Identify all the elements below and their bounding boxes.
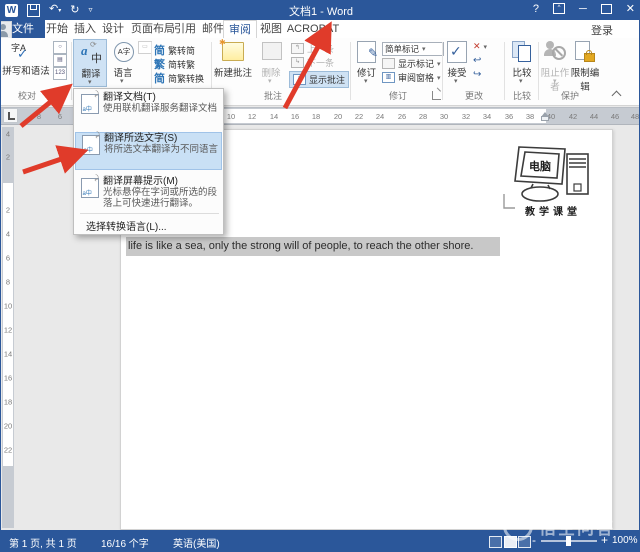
block-authors-icon <box>544 41 566 61</box>
read-mode-icon[interactable] <box>489 536 502 548</box>
block-authors-button[interactable]: 阻止作者 ▾ <box>540 39 570 93</box>
page-indicator[interactable]: 第 1 页, 共 1 页 <box>9 535 77 550</box>
logo-screen-text: 电脑 <box>529 159 551 173</box>
classroom-logo: 电脑 教学课堂 <box>501 142 605 225</box>
window-controls: ? ^ ─ ✕ <box>533 2 635 16</box>
menu-item-translate-screentip[interactable]: 翻译屏幕提示(M) 光标悬停在字词或所选的段落上可快速进行翻译。 <box>76 175 221 209</box>
menu-item-translate-selection[interactable]: 翻译所选文字(S) 将所选文本翻译为不同语言 <box>75 132 222 170</box>
proofing-group-label: 校对 <box>18 91 37 101</box>
tab-review[interactable]: 审阅 <box>223 20 257 38</box>
word-count[interactable]: 16/16 个字 <box>101 535 149 550</box>
new-comment-button[interactable]: ✱ 新建批注 <box>214 38 252 87</box>
simp-trad-convert-button[interactable]: 简 简繁转换 <box>154 70 204 86</box>
next-comment-button[interactable]: ↳ 下一条 <box>291 56 334 69</box>
research-icon[interactable]: ○ <box>53 41 67 54</box>
translate-selection-icon <box>81 132 100 155</box>
help-icon[interactable]: ? <box>533 3 539 15</box>
show-markup-dropdown[interactable]: 显示标记 ▾ <box>382 57 441 70</box>
compare-button[interactable]: 比较 ▾ <box>508 39 536 87</box>
arrow-to-translate-selection <box>22 145 89 175</box>
changes-group-label: 更改 <box>465 91 484 101</box>
vertical-ruler[interactable]: 4 2 2 4 6 8 10 12 14 16 18 20 22 <box>2 127 14 528</box>
menu-item-choose-language[interactable]: 选择转换语言(L)... <box>86 218 167 233</box>
logo-caption-text: 教学课堂 <box>524 205 581 218</box>
ribbon-tab-row: 文件 开始 插入 设计 页面布局 引用 邮件 审阅 视图 ACROBAT 登录 <box>1 20 639 39</box>
tab-view[interactable]: 视图 <box>255 20 287 38</box>
translate-button[interactable]: a ⟳ 中 翻译 ▾ <box>73 39 107 87</box>
previous-comment-button[interactable]: ↰ 上一条 <box>291 42 334 55</box>
reject-icon: ✕ <box>473 41 481 51</box>
disabled-language-icon: ▭ <box>138 41 152 54</box>
spelling-grammar-button[interactable]: 拼写和语法 <box>2 63 50 77</box>
accept-button[interactable]: 接受 ▾ <box>444 39 470 87</box>
convert-char-icon: 简 <box>154 73 165 85</box>
tab-selector[interactable] <box>3 108 18 123</box>
next-change-icon[interactable]: ↪ <box>473 69 481 80</box>
reject-button[interactable]: ✕ ▾ <box>473 41 487 52</box>
translate-screentip-icon <box>80 175 99 198</box>
compare-icon <box>512 41 534 62</box>
watermark: 悟空问答 <box>503 511 615 541</box>
show-comments-button[interactable]: ≡ 显示批注 <box>289 71 350 88</box>
watermark-text: 悟空问答 <box>539 518 615 538</box>
tab-acrobat[interactable]: ACROBAT <box>285 20 341 38</box>
restrict-editing-icon <box>575 41 595 62</box>
maximize-icon[interactable] <box>600 3 612 14</box>
new-comment-icon: ✱ <box>219 38 244 61</box>
comments-group-label: 批注 <box>264 91 283 101</box>
delete-comment-button[interactable]: 删除 ▾ <box>254 39 288 87</box>
protect-group-label: 保护 <box>561 91 580 101</box>
reviewing-pane-dropdown[interactable]: ▥ 审阅窗格 ▾ <box>382 71 441 84</box>
close-icon[interactable]: ✕ <box>626 2 635 15</box>
compare-group-label: 比较 <box>513 91 532 101</box>
collapse-ribbon-icon[interactable] <box>611 90 622 101</box>
zoom-level[interactable]: 100% <box>612 535 638 546</box>
right-indent-marker[interactable] <box>541 112 549 121</box>
minimize-icon[interactable]: ─ <box>579 3 587 15</box>
reviewing-pane-icon: ▥ <box>382 72 395 83</box>
accept-icon <box>447 41 467 63</box>
track-changes-icon <box>357 41 378 63</box>
tracking-dialog-launcher[interactable] <box>432 91 441 100</box>
word-window: W ↶▾ ↻ ▿ 文档1 - Word ? ^ ─ ✕ 文件 开始 插入 设计 … <box>0 0 640 552</box>
translate-dropdown-caret: ▾ <box>88 79 92 86</box>
translate-document-icon <box>80 91 99 114</box>
word-count-icon[interactable]: 123 <box>53 67 67 80</box>
previous-comment-icon: ↰ <box>291 43 304 54</box>
restrict-editing-button[interactable]: 限制编辑 <box>570 39 600 93</box>
thesaurus-icon[interactable]: ▤ <box>53 54 67 67</box>
tracking-group-label: 修订 <box>389 91 408 101</box>
simple-markup-dropdown[interactable]: 简单标记 ▾ <box>382 42 444 56</box>
delete-comment-icon <box>262 42 282 60</box>
spelling-grammar-icon: 字A ✓ <box>11 43 28 61</box>
language-button[interactable]: A字 语言 ▾ <box>109 39 137 87</box>
show-markup-icon <box>382 58 395 69</box>
sign-in-link[interactable]: 登录 <box>591 22 613 38</box>
menu-item-translate-document[interactable]: 翻译文档(T) 使用联机翻译服务翻译文档 <box>76 91 221 115</box>
next-comment-icon: ↳ <box>291 57 304 68</box>
title-bar: W ↶▾ ↻ ▿ 文档1 - Word ? ^ ─ ✕ <box>1 0 639 20</box>
translate-menu: 翻译文档(T) 使用联机翻译服务翻译文档 翻译所选文字(S) 将所选文本翻译为不… <box>73 88 224 235</box>
ribbon-display-icon[interactable]: ^ <box>552 3 565 14</box>
language-globe-icon: A字 <box>114 42 134 62</box>
avatar[interactable] <box>1 21 12 39</box>
show-comments-icon: ≡ <box>293 74 306 85</box>
previous-change-icon[interactable]: ↩ <box>473 55 481 66</box>
selected-text[interactable]: life is like a sea, only the strong will… <box>126 237 500 256</box>
track-changes-button[interactable]: 修订 ▾ <box>353 39 380 87</box>
translate-icon: a ⟳ 中 <box>81 40 102 65</box>
watermark-logo-icon <box>503 511 533 541</box>
language-indicator[interactable]: 英语(美国) <box>173 535 220 550</box>
